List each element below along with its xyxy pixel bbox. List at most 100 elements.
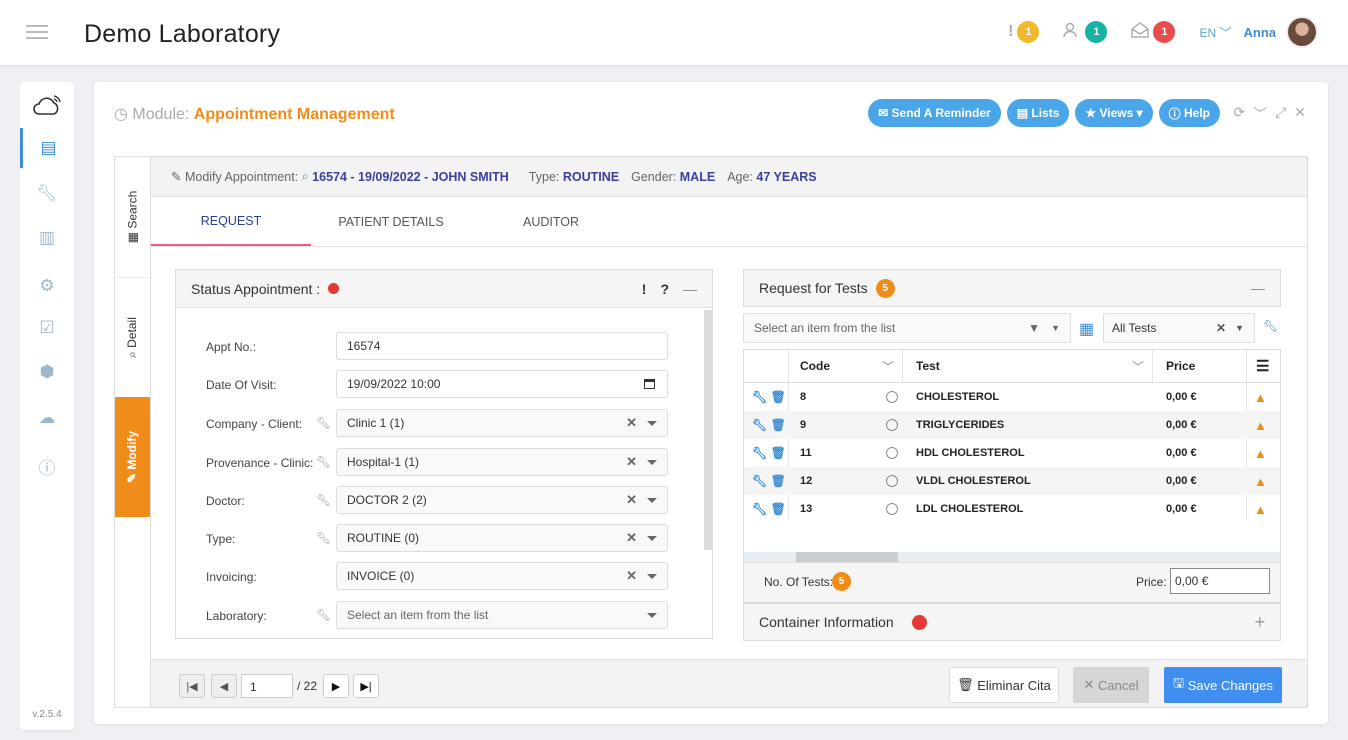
page-input[interactable]: 1: [241, 674, 293, 698]
invoicing-select[interactable]: INVOICE (0) ✕: [336, 562, 668, 590]
appt-no-input[interactable]: 16574: [336, 332, 668, 360]
test-filter-select[interactable]: Select an item from the list ▼ ▼: [743, 313, 1071, 343]
tab-request[interactable]: REQUEST: [151, 197, 311, 246]
sidebar-item-dashboard[interactable]: ▤: [20, 128, 74, 168]
lists-button[interactable]: ▤ Lists: [1006, 99, 1070, 127]
table-scrollbar[interactable]: [744, 552, 1280, 562]
send-reminder-button[interactable]: ✉ Send A Reminder: [868, 99, 1001, 127]
caret-down-icon[interactable]: [647, 420, 657, 426]
table-row[interactable]: 🔧︎ 🗑︎ 11 HDL CHOLESTEROL 0,00 € ▲: [744, 439, 1280, 467]
sidebar-item-reports[interactable]: ▥: [20, 218, 74, 258]
trash-icon[interactable]: 🗑︎: [771, 390, 786, 404]
tab-modify[interactable]: ✎ Modify: [115, 397, 150, 517]
sidebar-item-calendar[interactable]: ☑: [20, 308, 74, 348]
row-radio[interactable]: [886, 419, 898, 431]
next-page-button[interactable]: ▶: [323, 674, 349, 698]
calendar-icon[interactable]: [644, 379, 655, 389]
users-notification[interactable]: 1: [1063, 21, 1108, 43]
sidebar-item-help[interactable]: ⓘ: [20, 446, 74, 486]
minimize-icon[interactable]: —: [1251, 280, 1265, 296]
table-row[interactable]: 🔧︎ 🗑︎ 9 TRIGLYCERIDES 0,00 € ▲: [744, 411, 1280, 439]
sidebar-item-tools[interactable]: 🔧︎: [20, 174, 74, 214]
table-row[interactable]: 🔧︎ 🗑︎ 12 VLDL CHOLESTEROL 0,00 € ▲: [744, 467, 1280, 495]
expand-icon[interactable]: ⤢: [1275, 104, 1286, 124]
wrench-icon[interactable]: 🔧︎: [752, 418, 767, 432]
minimize-icon[interactable]: —: [683, 281, 697, 297]
clear-icon[interactable]: ✕: [626, 492, 637, 508]
delete-appointment-button[interactable]: 🗑︎ Eliminar Cita: [949, 667, 1059, 703]
table-row[interactable]: 🔧︎ 🗑︎ 8 CHOLESTEROL 0,00 € ▲: [744, 383, 1280, 411]
trash-icon[interactable]: 🗑︎: [771, 502, 786, 516]
wrench-icon[interactable]: 🔧︎: [752, 474, 767, 488]
table-row[interactable]: 🔧︎ 🗑︎ 13 LDL CHOLESTEROL 0,00 € ▲: [744, 495, 1280, 523]
all-tests-select[interactable]: All Tests ✕ ▼: [1103, 313, 1255, 343]
grid-view-icon[interactable]: ▦: [1079, 319, 1094, 339]
chevron-down-icon[interactable]: ﹀: [882, 358, 894, 375]
caret-down-icon[interactable]: [647, 612, 657, 618]
collapse-icon[interactable]: ﹀: [1253, 104, 1267, 124]
language-selector[interactable]: EN ﹀: [1199, 24, 1231, 41]
trash-icon[interactable]: 🗑︎: [771, 418, 786, 432]
container-information-panel[interactable]: Container Information +: [743, 603, 1281, 641]
refresh-icon[interactable]: ⟳: [1233, 104, 1245, 124]
exclamation-icon[interactable]: !: [642, 281, 647, 297]
caret-down-icon[interactable]: [647, 497, 657, 503]
plus-icon[interactable]: +: [1254, 612, 1265, 633]
doctor-select[interactable]: DOCTOR 2 (2) ✕: [336, 486, 668, 514]
row-radio[interactable]: [886, 475, 898, 487]
first-page-button[interactable]: |◀: [179, 674, 205, 698]
save-changes-button[interactable]: 🖫 Save Changes: [1164, 667, 1282, 703]
row-radio[interactable]: [886, 447, 898, 459]
chevron-down-icon[interactable]: ﹀: [1132, 358, 1144, 375]
wrench-icon[interactable]: 🔧︎: [316, 531, 331, 545]
type-select[interactable]: ROUTINE (0) ✕: [336, 524, 668, 552]
search-icon[interactable]: ⌕: [298, 169, 312, 184]
previous-page-button[interactable]: ◀: [211, 674, 237, 698]
wrench-icon[interactable]: 🔧︎: [752, 502, 767, 516]
sidebar-item-cloud[interactable]: ☁: [20, 398, 74, 438]
wrench-icon[interactable]: 🔧︎: [752, 390, 767, 404]
tab-auditor[interactable]: AUDITOR: [471, 197, 631, 246]
clear-icon[interactable]: ✕: [626, 530, 637, 546]
tab-search[interactable]: ▦ Search: [115, 157, 150, 277]
company-client-select[interactable]: Clinic 1 (1) ✕: [336, 409, 668, 437]
last-page-button[interactable]: ▶|: [353, 674, 379, 698]
row-radio[interactable]: [886, 503, 898, 515]
trash-icon[interactable]: 🗑︎: [771, 474, 786, 488]
laboratory-select[interactable]: Select an item from the list: [336, 601, 668, 629]
wrench-icon[interactable]: 🔧︎: [1263, 319, 1278, 333]
clear-icon[interactable]: ✕: [626, 415, 637, 431]
form-scrollbar[interactable]: [704, 310, 712, 550]
table-scrollbar-thumb[interactable]: [796, 552, 898, 562]
row-radio[interactable]: [886, 391, 898, 403]
caret-down-icon[interactable]: [647, 535, 657, 541]
price-column-header[interactable]: Price: [1166, 359, 1195, 373]
wrench-icon[interactable]: 🔧︎: [316, 608, 331, 622]
clear-icon[interactable]: ✕: [626, 454, 637, 470]
caret-down-icon[interactable]: [647, 573, 657, 579]
help-button[interactable]: ⓘ Help: [1158, 99, 1220, 127]
wrench-icon[interactable]: 🔧︎: [316, 416, 331, 430]
column-menu-icon[interactable]: ☰: [1256, 357, 1269, 375]
wrench-icon[interactable]: 🔧︎: [316, 455, 331, 469]
close-icon[interactable]: ✕: [1294, 104, 1306, 124]
provenance-clinic-select[interactable]: Hospital-1 (1) ✕: [336, 448, 668, 476]
sidebar-item-settings[interactable]: ⚙: [20, 266, 74, 306]
question-icon[interactable]: ?: [660, 281, 669, 297]
tab-patient-details[interactable]: PATIENT DETAILS: [311, 197, 471, 246]
caret-down-icon[interactable]: [647, 459, 657, 465]
date-of-visit-input[interactable]: 19/09/2022 10:00: [336, 370, 668, 398]
wrench-icon[interactable]: 🔧︎: [752, 446, 767, 460]
views-button[interactable]: ★ Views ▾: [1075, 99, 1153, 127]
trash-icon[interactable]: 🗑︎: [771, 446, 786, 460]
sidebar-item-inventory[interactable]: ⬢: [20, 352, 74, 392]
clear-icon[interactable]: ✕: [626, 568, 637, 584]
price-input[interactable]: 0,00 €: [1170, 568, 1270, 594]
test-column-header[interactable]: Test: [916, 359, 940, 373]
hamburger-menu-icon[interactable]: [26, 25, 48, 39]
cancel-button[interactable]: ✕ Cancel: [1073, 667, 1149, 703]
user-name[interactable]: Anna: [1244, 25, 1277, 40]
alerts-notification[interactable]: ! 1: [1008, 21, 1040, 43]
messages-notification[interactable]: 1: [1131, 21, 1176, 43]
code-column-header[interactable]: Code: [800, 359, 830, 373]
